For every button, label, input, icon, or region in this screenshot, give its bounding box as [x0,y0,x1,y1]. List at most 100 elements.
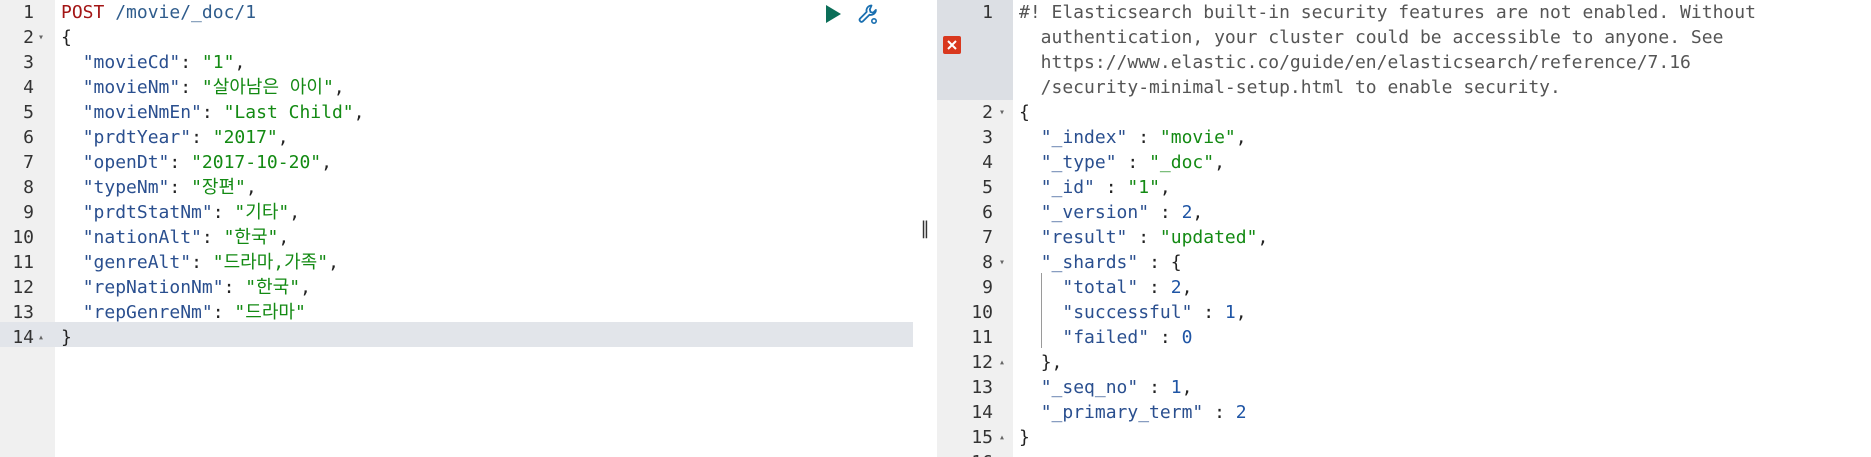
code-text: https://www.elastic.co/guide/en/elastics… [1019,50,1691,75]
comma: , [234,52,246,73]
json-value: 2 [1181,202,1193,223]
code-text: "prdtStatNm": "기타", [61,200,300,225]
line-number: 9 [23,202,34,223]
fold-expanded-icon[interactable]: ▾ [999,100,1005,125]
json-value: "드라마,가족" [212,252,329,273]
line-number: 10 [12,227,34,248]
settings-wrench-button[interactable] [857,2,881,26]
error-marker[interactable] [943,36,961,54]
comma: , [1214,152,1225,173]
json-value: "1" [1127,177,1160,198]
comma: , [1257,227,1269,248]
colon: : [169,152,192,173]
comma: , [289,202,301,223]
json-value: "기타" [234,202,290,223]
line-number: 9 [982,277,993,298]
line-number: 15 [971,427,993,448]
json-key: "result" [1040,227,1128,248]
line-number: 5 [23,102,34,123]
line-number: 11 [971,327,993,348]
open-brace: { [61,27,72,48]
code-text: "openDt": "2017-10-20", [61,150,332,175]
comma: , [328,252,339,273]
json-value: "_doc" [1149,152,1215,173]
close-brace: }, [1040,352,1063,373]
colon: : [180,77,202,98]
code-text: #! Elasticsearch built-in security featu… [1019,0,1756,25]
line-number: 13 [12,302,34,323]
code-text: }, [1019,350,1063,375]
json-value: "2017" [212,127,278,148]
code-text: } [61,325,72,350]
colon: : [201,102,224,123]
close-icon [947,40,957,50]
code-text: POST /movie/_doc/1 [61,0,256,25]
line-number: 14 [971,402,993,423]
request-toolbar [821,2,881,26]
line-number: 11 [12,252,34,273]
comma: , [300,277,311,298]
json-value: "updated" [1159,227,1258,248]
colon: : [191,127,213,148]
line-number: 10 [971,302,993,323]
code-text: "movieCd": "1", [61,50,246,75]
comma: , [1159,177,1171,198]
code-text: "genreAlt": "드라마,가족", [61,250,339,275]
colon: : [201,227,224,248]
colon: : [1116,152,1150,173]
code-text: "_version" : 2, [1019,200,1204,225]
line-number: 12 [971,352,993,373]
console-editor: 1 POST /movie/_doc/1 2 ▾{3 "movieCd": "1", 4… [0,0,1871,457]
comma: , [353,102,365,123]
line-number: 4 [23,77,34,98]
request-editor[interactable]: 1 POST /movie/_doc/1 2 ▾ {3 "movieCd": "1", 4… [0,0,913,457]
json-key: "repNationNm" [82,277,224,298]
code-text: "repNationNm": "한국", [61,275,311,300]
comma: , [1235,127,1247,148]
wrench-icon [858,4,878,24]
comma: , [1192,202,1204,223]
response-viewer[interactable]: 1 #! Elasticsearch built-in security feat… [937,0,1871,457]
security-warning-text: https://www.elastic.co/guide/en/elastics… [1019,52,1691,73]
fold-collapse-icon[interactable]: ▴ [38,325,44,350]
fold-collapse-icon[interactable]: ▴ [999,425,1005,450]
json-key: "nationAlt" [82,227,202,248]
colon: : [191,252,213,273]
run-request-button[interactable] [821,2,845,26]
json-value: 2 [1235,402,1247,423]
pane-resize-handle[interactable]: ‖ [913,0,937,457]
comma: , [321,152,332,173]
json-key: "repGenreNm" [82,302,213,323]
line-number: 16 [937,450,993,457]
code-text: "prdtYear": "2017", [61,125,289,150]
colon: : [223,277,246,298]
request-url: /movie/_doc/1 [115,2,257,23]
json-value: 1 [1224,302,1236,323]
fold-expanded-icon[interactable]: ▾ [999,250,1005,275]
open-brace: : { [1138,252,1182,273]
json-value: "1" [201,52,235,73]
line-number: 14 [12,327,34,348]
line-number: 7 [23,152,34,173]
colon: : [212,202,235,223]
line-number: 8 [23,177,34,198]
line-number: 13 [971,377,993,398]
code-text: "total" : 2, [1019,275,1192,300]
json-key: "movieCd" [82,52,181,73]
resize-grip-icon: ‖ [920,218,930,239]
fold-expanded-icon[interactable]: ▾ [38,25,44,50]
open-brace: { [1019,102,1030,123]
fold-collapse-icon[interactable]: ▴ [999,350,1005,375]
